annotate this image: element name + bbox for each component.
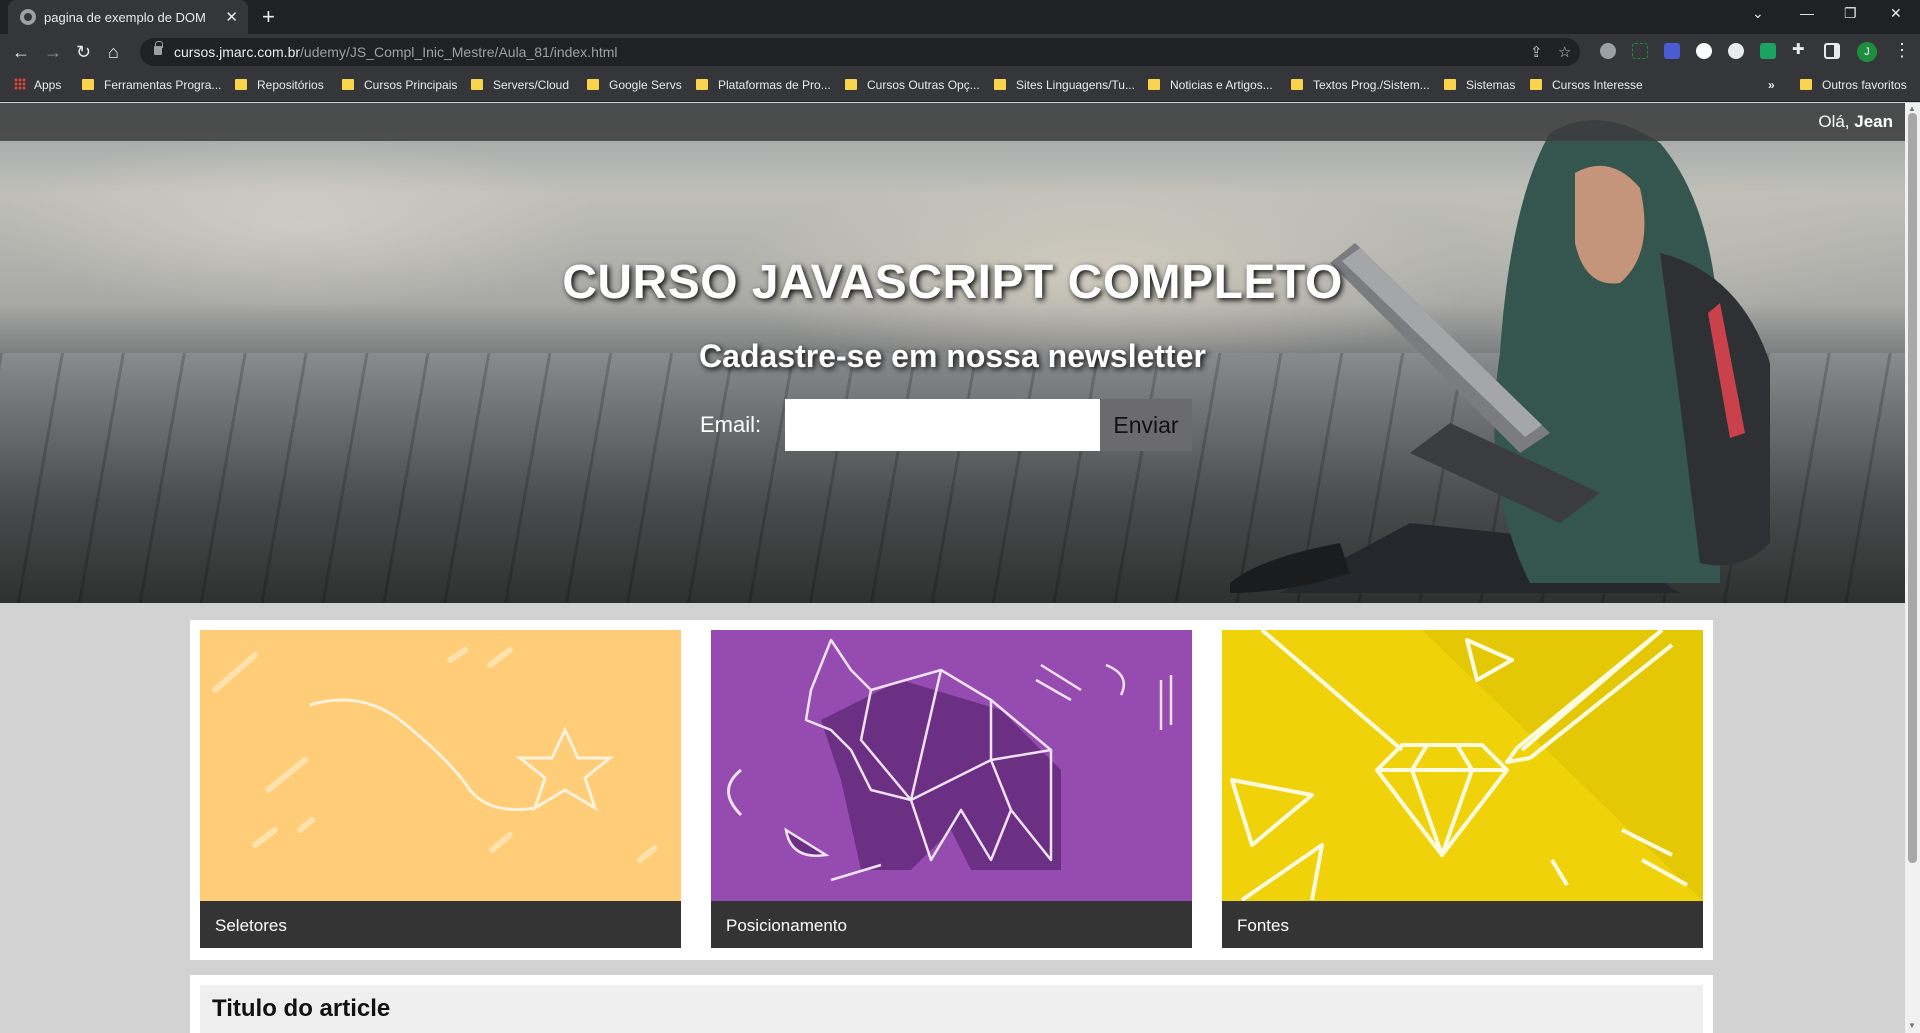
browser-tab[interactable]: pagina de exemplo de DOM ✕: [8, 0, 248, 34]
user-name: Jean: [1854, 112, 1893, 131]
bookmarks-bar: Apps Ferramentas Progra... Repositórios …: [0, 70, 1920, 102]
extension-blue-icon[interactable]: [1664, 43, 1680, 59]
scroll-up-icon[interactable]: ▲: [1908, 104, 1916, 113]
user-greeting: Olá, Jean: [1818, 112, 1893, 131]
extension-settings-icon[interactable]: [1728, 43, 1744, 59]
folder-icon: [994, 79, 1006, 90]
article-header: Titulo do article: [200, 985, 1703, 1033]
reload-icon[interactable]: ↻: [76, 41, 91, 63]
profile-avatar[interactable]: J: [1857, 42, 1877, 62]
tab-strip: pagina de exemplo de DOM ✕ + ⌄ — ❐ ✕: [0, 0, 1920, 34]
address-bar[interactable]: cursos.jmarc.com.br/udemy/JS_Compl_Inic_…: [140, 38, 1580, 66]
extension-gear-icon[interactable]: [1600, 43, 1616, 59]
bookmark-folder[interactable]: Plataformas de Pro...: [696, 78, 831, 94]
card-image: [711, 630, 1192, 901]
bookmark-folder[interactable]: Google Servs: [587, 78, 682, 94]
url-text[interactable]: cursos.jmarc.com.br/udemy/JS_Compl_Inic_…: [174, 44, 618, 60]
folder-icon: [845, 79, 857, 90]
hero-title: CURSO JAVASCRIPT COMPLETO: [562, 256, 1343, 309]
folder-icon: [471, 79, 483, 90]
extension-circle-icon[interactable]: [1696, 43, 1712, 59]
extension-green-icon[interactable]: [1760, 43, 1776, 59]
back-icon[interactable]: ←: [12, 41, 30, 63]
scroll-down-icon[interactable]: ▼: [1908, 1021, 1916, 1030]
bookmark-apps[interactable]: Apps: [14, 78, 61, 94]
bookmark-folder[interactable]: Textos Prog./Sistem...: [1291, 78, 1430, 94]
bookmark-folder[interactable]: Sistemas: [1444, 78, 1515, 94]
minimize-button[interactable]: —: [1800, 5, 1814, 21]
bookmark-folder[interactable]: Ferramentas Progra...: [82, 78, 221, 94]
folder-icon: [1530, 79, 1542, 90]
card-image: [1222, 630, 1703, 901]
card-label: Seletores: [200, 901, 681, 948]
browser-toolbar: ← → ↻ ⌂ cursos.jmarc.com.br/udemy/JS_Com…: [0, 34, 1920, 70]
extensions-puzzle-icon[interactable]: ✚: [1792, 40, 1808, 58]
folder-icon: [1800, 79, 1812, 90]
folder-icon: [1444, 79, 1456, 90]
extension-capture-icon[interactable]: [1632, 43, 1648, 59]
scrollbar-thumb[interactable]: [1908, 113, 1917, 863]
bookmark-folder[interactable]: Repositórios: [235, 78, 324, 94]
folder-icon: [587, 79, 599, 90]
new-tab-button[interactable]: +: [262, 4, 275, 30]
folder-icon: [342, 79, 354, 90]
submit-button[interactable]: Enviar: [1100, 399, 1192, 451]
card-image: [200, 630, 681, 901]
email-label: Email:: [700, 412, 762, 437]
home-icon[interactable]: ⌂: [108, 41, 119, 63]
bookmark-folder[interactable]: Sites Linguagens/Tu...: [994, 78, 1135, 94]
article-title: Titulo do article: [212, 995, 391, 1022]
card-label: Fontes: [1222, 901, 1703, 948]
card-posicionamento[interactable]: Posicionamento: [711, 630, 1192, 948]
bookmark-folder[interactable]: Cursos Outras Opç...: [845, 78, 980, 94]
page-viewport: Olá, Jean CURSO JAVASCRIPT COMPLETO Cada…: [0, 103, 1905, 1033]
tab-search-icon[interactable]: ⌄: [1752, 5, 1764, 22]
card-seletores[interactable]: Seletores: [200, 630, 681, 948]
top-bar: Olá, Jean: [0, 103, 1905, 141]
apps-grid-icon: [14, 78, 26, 90]
card-fontes[interactable]: Fontes: [1222, 630, 1703, 948]
bookmark-folder[interactable]: Cursos Principais: [342, 78, 457, 94]
kebab-menu-icon[interactable]: ⋮: [1893, 40, 1911, 61]
close-tab-icon[interactable]: ✕: [225, 8, 238, 26]
bookmarks-overflow-button[interactable]: »: [1768, 78, 1775, 94]
lock-icon[interactable]: [154, 41, 163, 55]
folder-icon: [1148, 79, 1160, 90]
bookmark-folder[interactable]: Cursos Interesse: [1530, 78, 1643, 94]
folder-icon: [696, 79, 708, 90]
article-section: Titulo do article: [190, 975, 1713, 1033]
close-window-button[interactable]: ✕: [1890, 5, 1902, 22]
forward-icon[interactable]: →: [44, 41, 62, 63]
hero-banner: Olá, Jean CURSO JAVASCRIPT COMPLETO Cada…: [0, 103, 1905, 603]
rocket-star-illustration: [212, 647, 658, 863]
origami-elephant-illustration: [727, 638, 1173, 882]
card-label: Posicionamento: [711, 901, 1192, 948]
share-icon[interactable]: ⇪: [1530, 43, 1543, 61]
folder-icon: [1291, 79, 1303, 90]
folder-icon: [235, 79, 247, 90]
bookmark-folder[interactable]: Servers/Cloud: [471, 78, 569, 94]
other-bookmarks[interactable]: Outros favoritos: [1800, 78, 1907, 94]
page-scrollbar[interactable]: ▲ ▼: [1905, 103, 1920, 1033]
bookmark-folder[interactable]: Noticias e Artigos...: [1148, 78, 1273, 94]
hero-subtitle: Cadastre-se em nossa newsletter: [699, 338, 1206, 374]
tab-title: pagina de exemplo de DOM: [44, 10, 206, 25]
diamond-pencil-illustration: [1230, 630, 1703, 901]
bookmark-star-icon[interactable]: ☆: [1558, 43, 1571, 61]
restore-button[interactable]: ❐: [1844, 5, 1857, 22]
globe-icon: [20, 9, 36, 25]
side-panel-icon[interactable]: [1824, 43, 1840, 59]
email-field[interactable]: [785, 399, 1100, 451]
cards-section: Seletores Posicionamento Fontes: [190, 620, 1713, 960]
folder-icon: [82, 79, 94, 90]
